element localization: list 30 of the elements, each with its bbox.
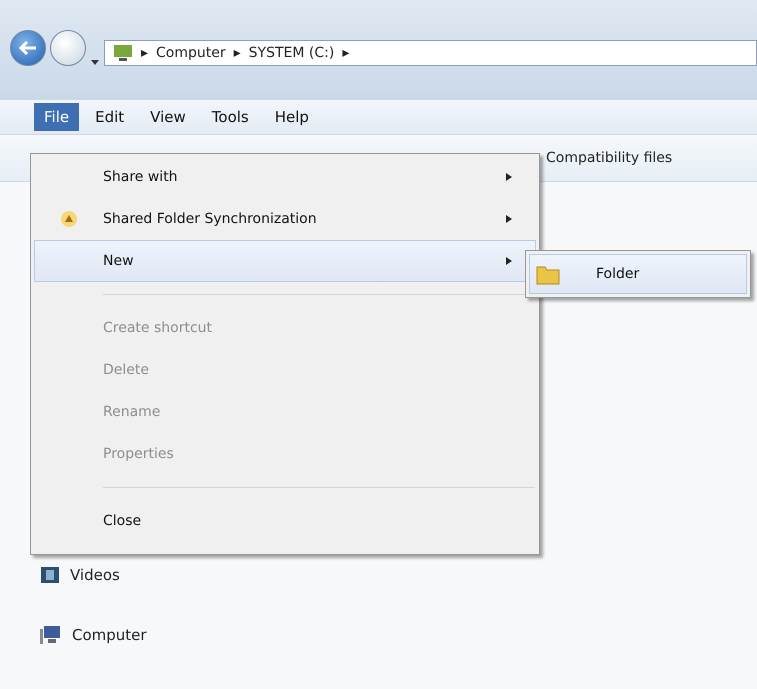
nav-item[interactable]: Computer bbox=[72, 626, 147, 644]
submenu-arrow-icon bbox=[505, 256, 513, 266]
breadcrumb[interactable]: Computer bbox=[156, 45, 226, 61]
menu-bar-item[interactable]: Tools bbox=[202, 103, 259, 131]
menu-bar-item[interactable]: View bbox=[140, 103, 196, 131]
menu-item[interactable]: Share with bbox=[34, 156, 536, 198]
sync-icon bbox=[60, 210, 78, 228]
toolbar-button[interactable]: Compatibility files bbox=[546, 150, 672, 166]
computer-icon bbox=[40, 625, 62, 645]
submenu-arrow-icon bbox=[505, 214, 513, 224]
menu-item[interactable]: Folder bbox=[529, 254, 747, 294]
menu-bar-item[interactable]: File bbox=[34, 103, 80, 131]
menu-item[interactable]: New bbox=[34, 240, 536, 282]
breadcrumb[interactable]: SYSTEM (C:) bbox=[248, 45, 334, 61]
address-bar[interactable]: ▸ Computer ▸ SYSTEM (C:) ▸ bbox=[104, 40, 757, 66]
back-button[interactable] bbox=[10, 30, 46, 66]
forward-button[interactable] bbox=[50, 30, 86, 66]
breadcrumb-separator: ▸ bbox=[234, 45, 241, 61]
nav-item[interactable]: Videos bbox=[70, 566, 120, 584]
breadcrumb-separator: ▸ bbox=[141, 45, 148, 61]
dropdown-icon bbox=[90, 58, 100, 66]
menu-item[interactable]: Shared Folder Synchronization bbox=[34, 198, 536, 240]
menu-bar-item[interactable]: Edit bbox=[85, 103, 134, 131]
menu-item[interactable]: Close bbox=[34, 500, 536, 542]
menu-bar-item[interactable]: Help bbox=[264, 103, 319, 131]
breadcrumb-separator: ▸ bbox=[342, 45, 350, 61]
computer-icon bbox=[113, 44, 133, 62]
film-icon bbox=[40, 565, 60, 585]
submenu-arrow-icon bbox=[505, 172, 513, 182]
back-arrow-icon bbox=[19, 41, 37, 55]
